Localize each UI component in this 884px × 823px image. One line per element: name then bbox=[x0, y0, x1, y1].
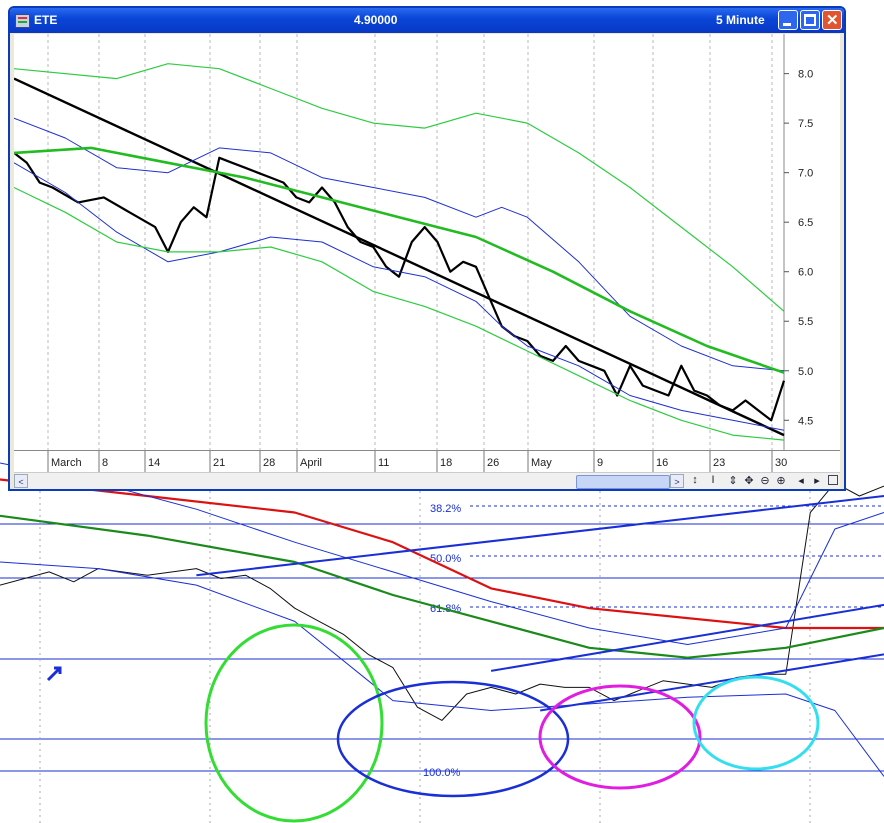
interval-label: 5 Minute bbox=[716, 13, 765, 27]
scroll-back-icon[interactable]: ◂ bbox=[794, 474, 808, 487]
fib-label: 50.0% bbox=[430, 553, 461, 565]
price-chart[interactable]: 8.0 7.5 7.0 6.5 6.0 5.5 5.0 4.5 bbox=[14, 34, 840, 450]
lower-series-price bbox=[0, 482, 884, 721]
x-tick-label: 21 bbox=[213, 457, 225, 469]
x-tick-label: 11 bbox=[378, 457, 389, 469]
x-tick-label: 14 bbox=[148, 457, 160, 469]
pan-icon[interactable]: ✥ bbox=[742, 474, 756, 487]
y-tick-label: 7.5 bbox=[798, 118, 813, 130]
title-bar[interactable]: ETE 4.90000 5 Minute ✕ bbox=[10, 8, 844, 33]
chevron-right-icon: > bbox=[674, 477, 680, 487]
series-envelope_lower bbox=[14, 186, 785, 441]
close-icon: ✕ bbox=[826, 12, 839, 29]
scale-icon[interactable]: ↕ bbox=[688, 474, 702, 486]
x-tick-label: March bbox=[51, 457, 82, 469]
chart-window[interactable]: ETE 4.90000 5 Minute ✕ 8.0 7.5 7.0 6.5 6.0 5.… bbox=[8, 6, 846, 491]
date-axis: March 8 14 21 28 April 11 18 26 May 9 16 23 30 bbox=[14, 450, 840, 473]
zoom-in-icon[interactable]: ⊕ bbox=[774, 474, 788, 487]
chart-app-icon bbox=[15, 14, 30, 28]
y-tick-label: 4.5 bbox=[798, 415, 813, 427]
highlight-circle-magenta bbox=[538, 684, 702, 790]
x-tick-label: 28 bbox=[263, 457, 275, 469]
lower-series-trendline_low bbox=[540, 653, 884, 712]
move-vertical-icon[interactable]: ⇕ bbox=[726, 474, 740, 487]
y-tick-label: 8.0 bbox=[798, 69, 813, 81]
maximize-icon bbox=[804, 14, 816, 26]
scroll-right-button[interactable]: > bbox=[670, 474, 684, 488]
x-tick-label: April bbox=[300, 457, 322, 469]
arrow-marker-icon bbox=[46, 666, 62, 682]
x-tick-label: 23 bbox=[713, 457, 725, 469]
scroll-forward-icon[interactable]: ▸ bbox=[810, 474, 824, 487]
y-tick-label: 5.5 bbox=[798, 316, 813, 328]
close-button[interactable]: ✕ bbox=[822, 10, 842, 30]
maximize-button[interactable] bbox=[800, 10, 820, 30]
zoom-out-icon[interactable]: ⊖ bbox=[758, 474, 772, 487]
y-tick-label: 6.0 bbox=[798, 267, 813, 279]
x-tick-label: 9 bbox=[597, 457, 603, 469]
scroll-thumb[interactable] bbox=[576, 475, 670, 489]
minimize-icon bbox=[783, 23, 791, 26]
series-bollinger_lower bbox=[14, 162, 785, 431]
fib-label: 100.0% bbox=[423, 767, 461, 779]
price-label: 4.90000 bbox=[354, 13, 398, 27]
x-tick-label: 26 bbox=[487, 457, 499, 469]
y-tick-label: 5.0 bbox=[798, 366, 813, 378]
series-price bbox=[14, 152, 786, 422]
fib-label: 38.2% bbox=[430, 503, 461, 515]
highlight-circle-cyan bbox=[692, 675, 820, 771]
x-tick-label: May bbox=[531, 457, 552, 469]
series-trendline bbox=[14, 77, 785, 437]
x-tick-label: 18 bbox=[440, 457, 452, 469]
scroll-left-button[interactable]: < bbox=[14, 474, 28, 488]
restore-box-icon[interactable] bbox=[828, 475, 838, 485]
x-tick-label: 16 bbox=[656, 457, 668, 469]
symbol-label: ETE bbox=[34, 13, 58, 27]
x-tick-label: 8 bbox=[102, 457, 108, 469]
y-tick-label: 6.5 bbox=[798, 217, 813, 229]
highlight-circle-green bbox=[204, 623, 384, 823]
y-tick-label: 7.0 bbox=[798, 168, 813, 180]
horizontal-scrollbar[interactable]: < > ↕ I ⇕ ✥ ⊖ ⊕ ◂ ▸ bbox=[14, 472, 840, 489]
x-tick-label: 30 bbox=[775, 457, 787, 469]
lower-series-trendline_top bbox=[196, 495, 884, 577]
minimize-button[interactable] bbox=[778, 10, 798, 30]
chevron-left-icon: < bbox=[18, 477, 24, 487]
lower-series-band_lower bbox=[0, 561, 884, 777]
cursor-icon[interactable]: I bbox=[706, 474, 720, 486]
